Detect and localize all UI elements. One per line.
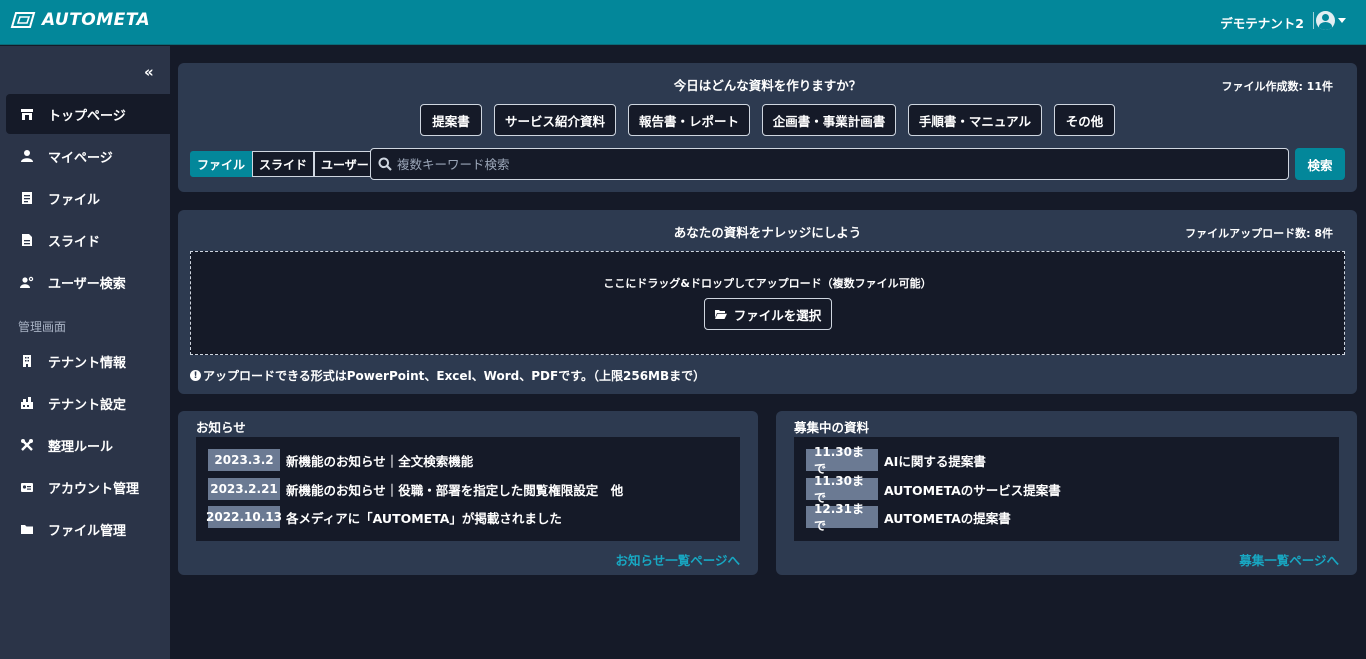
sidebar: « トップページ マイページ ファイル スライド ユーザー検索 管理画面 テナン…: [0, 46, 170, 659]
store-icon: [20, 107, 34, 121]
news-text: 各メディアに「AUTOMETA」が掲載されました: [286, 510, 562, 526]
category-button[interactable]: 報告書・レポート: [628, 104, 750, 136]
create-panel: 今日はどんな資料を作りますか？ ファイル作成数: 11件 提案書 サービス紹介資…: [178, 63, 1357, 192]
recruiting-list-link[interactable]: 募集一覧ページへ: [1239, 550, 1339, 569]
sidebar-item-account[interactable]: アカウント管理: [6, 467, 170, 507]
sidebar-item-tenant-settings[interactable]: テナント設定: [6, 383, 170, 423]
sidebar-item-file-management[interactable]: ファイル管理: [6, 509, 170, 549]
header-divider: [1313, 12, 1314, 29]
sidebar-item-file[interactable]: ファイル: [6, 178, 170, 218]
recruiting-text: AIに関する提案書: [884, 453, 986, 469]
brand-name: AUTOMETA: [42, 10, 151, 30]
folder-open-icon: [714, 310, 727, 319]
news-item[interactable]: 2022.10.13 各メディアに「AUTOMETA」が掲載されました: [206, 506, 562, 528]
deadline-tag: 11.30まで: [806, 474, 878, 505]
category-button[interactable]: 企画書・事業計画書: [762, 104, 896, 136]
sidebar-item-label: ファイル管理: [48, 523, 127, 539]
news-text: 新機能のお知らせ｜全文検索機能: [286, 453, 474, 469]
recruiting-list: 11.30まで AIに関する提案書 11.30まで AUTOMETAのサービス提…: [794, 437, 1339, 541]
recruiting-text: AUTOMETAのサービス提案書: [884, 482, 1061, 498]
news-item[interactable]: 2023.2.21 新機能のお知らせ｜役職・部署を指定した閲覧権限設定 他: [208, 478, 623, 500]
category-button[interactable]: サービス紹介資料: [494, 104, 616, 136]
news-list-link[interactable]: お知らせ一覧ページへ: [615, 550, 740, 569]
logo-mark-icon: [10, 12, 36, 28]
news-title: お知らせ: [196, 420, 246, 435]
select-file-button[interactable]: ファイルを選択: [704, 298, 832, 330]
deadline-tag: 12.31まで: [806, 502, 878, 533]
select-file-label: ファイルを選択: [733, 307, 822, 323]
admin-section-label: 管理画面: [18, 320, 67, 334]
search-icon: [378, 157, 392, 171]
recruiting-item[interactable]: 11.30まで AUTOMETAのサービス提案書: [806, 474, 1061, 505]
chevron-down-icon: [1338, 18, 1346, 23]
search-button[interactable]: 検索: [1295, 148, 1345, 180]
news-text: 新機能のお知らせ｜役職・部署を指定した閲覧権限設定 他: [286, 482, 624, 498]
search-box: [370, 148, 1289, 180]
tab-user[interactable]: ユーザー: [314, 151, 376, 177]
settings-icon: [20, 396, 34, 410]
news-panel: お知らせ 2023.3.2 新機能のお知らせ｜全文検索機能 2023.2.21 …: [178, 411, 758, 575]
user-menu-button[interactable]: [1316, 11, 1346, 30]
sidebar-item-label: スライド: [48, 234, 101, 250]
app-header: AUTOMETA デモテナント2: [0, 0, 1366, 45]
user-search-icon: [20, 275, 34, 289]
news-date: 2023.3.2: [208, 449, 280, 471]
sidebar-item-top[interactable]: トップページ: [6, 94, 170, 134]
sidebar-item-tenant-info[interactable]: テナント情報: [6, 341, 170, 381]
search-input[interactable]: [397, 149, 1277, 179]
file-created-count: ファイル作成数: 11件: [1221, 80, 1333, 93]
upload-dropzone[interactable]: ここにドラッグ&ドロップしてアップロード（複数ファイル可能） ファイルを選択: [190, 251, 1345, 355]
tab-slide[interactable]: スライド: [252, 151, 315, 177]
brand-logo[interactable]: AUTOMETA: [10, 9, 150, 31]
tools-icon: [20, 438, 34, 452]
dropzone-text: ここにドラッグ&ドロップしてアップロード（複数ファイル可能）: [603, 277, 932, 290]
upload-title: あなたの資料をナレッジにしよう: [673, 225, 862, 240]
info-icon: !: [190, 370, 201, 381]
upload-note-text: アップロードできる形式はPowerPoint、Excel、Word、PDFです。…: [203, 369, 706, 383]
slide-icon: [20, 233, 34, 247]
sidebar-item-label: トップページ: [48, 108, 126, 124]
file-uploaded-count: ファイルアップロード数: 8件: [1185, 227, 1333, 240]
sidebar-item-label: ファイル: [48, 192, 101, 208]
sidebar-item-slide[interactable]: スライド: [6, 220, 170, 260]
recruiting-item[interactable]: 11.30まで AIに関する提案書: [806, 445, 986, 476]
sidebar-item-rules[interactable]: 整理ルール: [6, 425, 170, 465]
recruiting-title: 募集中の資料: [794, 420, 870, 435]
sidebar-item-mypage[interactable]: マイページ: [6, 136, 170, 176]
sidebar-item-label: テナント情報: [48, 355, 127, 371]
search-type-tabs: ファイル スライド ユーザー: [190, 151, 376, 177]
file-icon: [20, 191, 34, 205]
user-icon: [20, 149, 34, 163]
category-button[interactable]: 提案書: [420, 104, 482, 136]
recruiting-panel: 募集中の資料 11.30まで AIに関する提案書 11.30まで AUTOMET…: [776, 411, 1357, 575]
upload-format-note: ! アップロードできる形式はPowerPoint、Excel、Word、PDFで…: [190, 367, 705, 384]
news-item[interactable]: 2023.3.2 新機能のお知らせ｜全文検索機能: [208, 449, 473, 471]
building-icon: [20, 354, 34, 368]
category-button[interactable]: その他: [1054, 104, 1115, 136]
avatar-icon: [1316, 11, 1335, 30]
sidebar-item-label: 整理ルール: [48, 439, 114, 455]
tab-file[interactable]: ファイル: [190, 151, 253, 177]
recruiting-text: AUTOMETAの提案書: [884, 510, 1011, 526]
id-card-icon: [20, 480, 34, 494]
sidebar-item-label: マイページ: [48, 150, 113, 166]
sidebar-item-user-search[interactable]: ユーザー検索: [6, 262, 170, 302]
sidebar-item-label: アカウント管理: [48, 481, 140, 497]
folder-icon: [20, 522, 34, 536]
create-title: 今日はどんな資料を作りますか？: [673, 78, 862, 93]
upload-panel: あなたの資料をナレッジにしよう ファイルアップロード数: 8件 ここにドラッグ&…: [178, 210, 1357, 394]
news-date: 2023.2.21: [208, 478, 280, 500]
recruiting-item[interactable]: 12.31まで AUTOMETAの提案書: [806, 502, 1011, 533]
news-date: 2022.10.13: [206, 506, 282, 528]
category-button[interactable]: 手順書・マニュアル: [908, 104, 1042, 136]
deadline-tag: 11.30まで: [806, 445, 878, 476]
sidebar-item-label: テナント設定: [48, 397, 127, 413]
sidebar-item-label: ユーザー検索: [48, 276, 126, 292]
tenant-name[interactable]: デモテナント2: [1220, 13, 1304, 32]
news-list: 2023.3.2 新機能のお知らせ｜全文検索機能 2023.2.21 新機能のお…: [196, 437, 740, 541]
collapse-sidebar-button[interactable]: «: [144, 63, 154, 81]
